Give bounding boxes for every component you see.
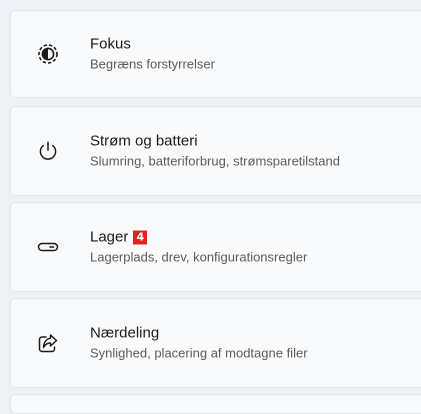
settings-item-description: Synlighed, placering af modtagne filer bbox=[90, 345, 308, 361]
settings-item-focus[interactable]: Fokus Begræns forstyrrelser bbox=[10, 10, 421, 98]
settings-item-description: Slumring, batteriforbrug, strømsparetils… bbox=[90, 153, 340, 169]
settings-item-text: Fokus Begræns forstyrrelser bbox=[90, 35, 215, 74]
settings-item-next-partial[interactable] bbox=[10, 394, 421, 414]
settings-item-title: Fokus bbox=[90, 35, 131, 53]
settings-item-title: Strøm og batteri bbox=[90, 132, 198, 150]
settings-item-nearby-sharing[interactable]: Nærdeling Synlighed, placering af modtag… bbox=[10, 298, 421, 388]
settings-item-text: Nærdeling Synlighed, placering af modtag… bbox=[90, 324, 308, 363]
settings-item-description: Begræns forstyrrelser bbox=[90, 56, 215, 72]
settings-item-title: Lager 4 bbox=[90, 228, 307, 248]
settings-item-storage[interactable]: Lager 4 Lagerplads, drev, konfigurations… bbox=[10, 202, 421, 292]
power-icon bbox=[37, 140, 59, 162]
step-number-badge: 4 bbox=[133, 230, 148, 245]
settings-item-description: Lagerplads, drev, konfigurationsregler bbox=[90, 249, 308, 265]
settings-item-power-battery[interactable]: Strøm og batteri Slumring, batteriforbru… bbox=[10, 106, 421, 196]
share-icon bbox=[37, 332, 59, 354]
settings-item-text: Strøm og batteri Slumring, batteriforbru… bbox=[90, 132, 340, 171]
settings-item-title: Nærdeling bbox=[90, 324, 160, 342]
settings-item-text: Lager 4 Lagerplads, drev, konfigurations… bbox=[90, 228, 307, 267]
focus-icon bbox=[37, 43, 59, 65]
storage-drive-icon bbox=[37, 236, 59, 258]
